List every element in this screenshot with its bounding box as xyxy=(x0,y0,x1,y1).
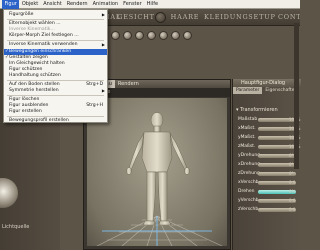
dial-label: xVerschb. xyxy=(238,180,260,185)
tab-setup[interactable]: SETUP xyxy=(248,12,276,23)
dial-label: xDrehung xyxy=(238,162,261,167)
menu-separator xyxy=(7,40,104,41)
dial-row[interactable]: xDrehung 0° xyxy=(236,161,300,169)
submenu-arrow-icon: ▶ xyxy=(101,42,105,47)
menu-item-label: Auf den Boden stellen xyxy=(9,82,60,87)
menu-item-create-figure[interactable]: Figur erstellen xyxy=(4,109,107,115)
menu-objekt[interactable]: Objekt xyxy=(19,0,40,9)
menu-item-create-walk-path[interactable]: Bewegungsprofil erstellen xyxy=(4,118,107,124)
dial-row[interactable]: zVerschb. 0.0 xyxy=(236,206,300,214)
menu-rendern[interactable]: Rendern xyxy=(64,0,90,9)
menu-ansicht[interactable]: Ansicht xyxy=(41,0,64,9)
morphing-tool-icon[interactable] xyxy=(183,31,192,40)
parameters-title: Hauptfigur-Dialog xyxy=(233,79,301,87)
menu-item-label: Gestalten zeigen xyxy=(9,54,48,60)
menu-item-label: Bewegungen einschränken xyxy=(9,48,72,54)
right-scrollbar[interactable] xyxy=(294,23,299,169)
dial-value: 0° xyxy=(289,162,294,167)
dial-row[interactable]: yDrehung 0° xyxy=(236,152,300,160)
tab-kleidung[interactable]: KLEIDUNG xyxy=(204,12,248,23)
menu-item-label: Figur löschen xyxy=(9,97,40,102)
menu-item-label: Symmetrie herstellen xyxy=(9,88,59,94)
section-transform[interactable]: ▾ Transformieren xyxy=(236,107,299,114)
menu-item-label: Im Gleichgewicht halten xyxy=(9,60,65,66)
tab-content[interactable]: CONTENT xyxy=(278,12,300,23)
section-label: Transformieren xyxy=(240,107,278,113)
submenu-arrow-icon: ▶ xyxy=(101,12,105,17)
chain-break-tool-icon[interactable] xyxy=(135,31,144,40)
menu-item-symmetry[interactable]: Symmetrie herstellen ▶ xyxy=(4,88,107,94)
menu-hilfe[interactable]: Hilfe xyxy=(144,0,160,9)
viewport[interactable] xyxy=(87,98,227,246)
light-label: Lichtquelle xyxy=(2,224,30,230)
dial-row-highlighted[interactable]: Drehen 0% xyxy=(236,188,300,196)
menu-item-label: Figur ausblenden xyxy=(9,103,49,109)
menu-animation[interactable]: Animation xyxy=(90,0,121,9)
dial-value: 0.0 xyxy=(289,180,296,185)
dial-value: 0% xyxy=(289,189,296,194)
dial-row[interactable]: yVerschb. 0.0 xyxy=(236,197,300,205)
dial-value: 0° xyxy=(289,153,294,158)
dial-label: yVerschb. xyxy=(238,198,260,203)
tab-gesicht[interactable]: GESICHT xyxy=(116,12,156,23)
dial-label: zDrehung xyxy=(238,171,260,176)
parameters-panel: Hauptfigur-Dialog Parameter Eigenschafte… xyxy=(232,79,301,250)
dial-value: 0° xyxy=(289,171,294,176)
menu-item-label: Inverse Kinematik... xyxy=(9,27,55,32)
menu-item-label: Handhaltung schützen xyxy=(9,73,61,79)
dial-label: yDrehung xyxy=(238,153,261,158)
dial-row[interactable]: yMaßst.100% xyxy=(236,134,300,142)
submenu-arrow-icon: ▶ xyxy=(101,88,105,94)
dial-value: 0.0 xyxy=(289,207,296,212)
color-tool-icon[interactable] xyxy=(147,31,156,40)
menu-item-label: Inverse Kinematik verwenden xyxy=(9,42,78,47)
dial-label: zMaßst. xyxy=(238,144,256,149)
menu-fenster[interactable]: Fenster xyxy=(121,0,145,9)
dial-value: 0.0 xyxy=(289,198,296,203)
room-dial-icon[interactable] xyxy=(155,12,166,23)
view-magnifier-icon[interactable] xyxy=(171,31,180,40)
dial-row[interactable]: zDrehung 0° xyxy=(236,170,300,178)
tab-haare[interactable]: HAARE xyxy=(168,12,202,23)
dial-row[interactable]: xMaßst.100% xyxy=(236,125,300,133)
menu-separator xyxy=(7,19,104,20)
menu-item-label: Figur erstellen xyxy=(9,109,42,115)
menu-item-protect-hands[interactable]: Handhaltung schützen xyxy=(4,73,107,79)
dial-row[interactable]: xVerschb. 0.0 xyxy=(236,179,300,187)
menu-separator xyxy=(7,95,104,96)
dial-label: xMaßst. xyxy=(238,126,256,131)
grouping-tool-icon[interactable] xyxy=(159,31,168,40)
dial-row[interactable]: zMaßst.100% xyxy=(236,143,300,151)
figure-model[interactable] xyxy=(87,98,227,246)
taper-tool-icon[interactable] xyxy=(123,31,132,40)
menu-item-use-ik[interactable]: Inverse Kinematik verwenden ▶ xyxy=(4,42,107,48)
tab-parameters[interactable]: Parameter xyxy=(233,87,263,94)
menu-separator xyxy=(7,80,104,81)
menu-item-label: Bewegungsprofil erstellen xyxy=(9,117,69,123)
menubar: Figur Objekt Ansicht Rendern Animation F… xyxy=(0,0,300,9)
dial-label: yMaßst. xyxy=(238,135,256,140)
dial-label: Drehen xyxy=(238,189,255,194)
menu-item-morph-target[interactable]: Körper-Morph Ziel festlegen ... xyxy=(4,33,107,39)
menu-item-label: Figurgröße xyxy=(9,12,34,17)
menu-item-figure-height[interactable]: Figurgröße ▶ xyxy=(4,12,107,18)
menu-item-label: Elternobjekt wählen ... xyxy=(9,21,61,26)
menu-figur[interactable]: Figur xyxy=(2,0,20,9)
scale-tool-icon[interactable] xyxy=(111,31,120,40)
dial-label: zVerschb. xyxy=(238,207,260,212)
menu-item-label: Figur schützen xyxy=(9,67,43,73)
figure-menu-dropdown: Figurgröße ▶ Elternobjekt wählen ... Inve… xyxy=(3,9,108,123)
dial-label: Maßstab xyxy=(238,117,258,122)
dial-row[interactable]: Maßstab100% xyxy=(236,116,300,124)
tab-render[interactable]: Rendern xyxy=(115,80,142,88)
menu-item-label: Körper-Morph Ziel festlegen ... xyxy=(9,33,79,38)
